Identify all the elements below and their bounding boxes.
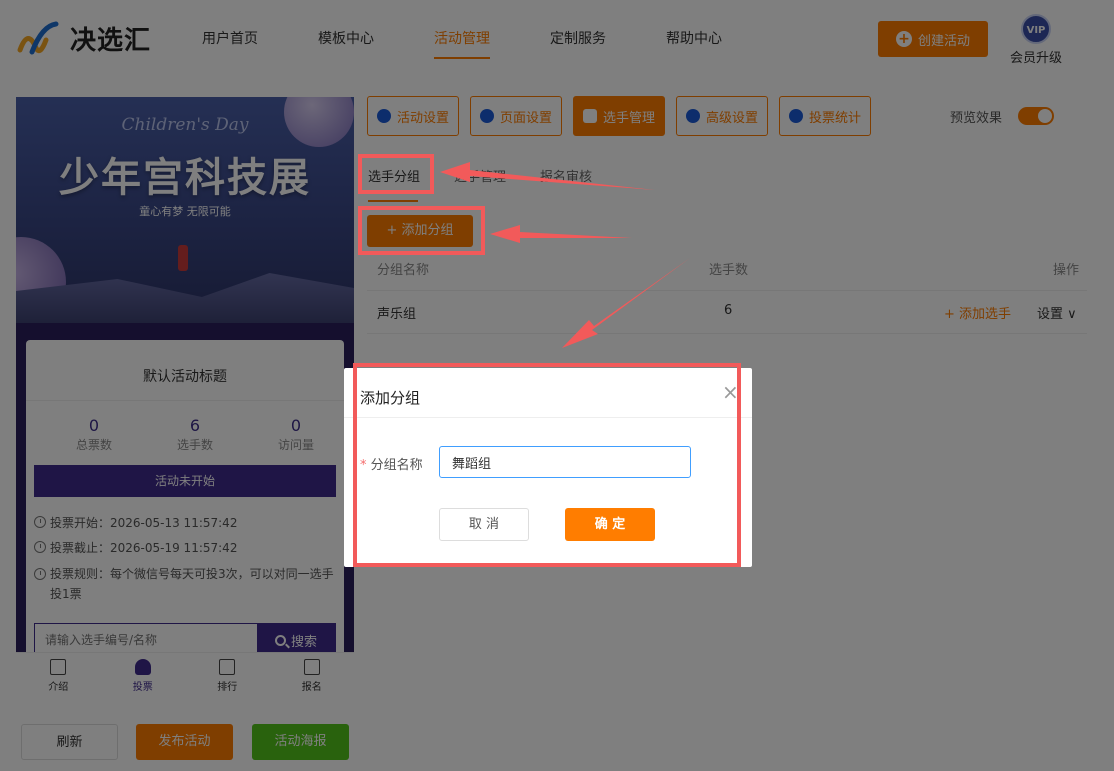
arrow-to-dialog-icon (562, 258, 690, 348)
annotation-arrows (440, 162, 690, 348)
arrow-to-subtab-icon (440, 162, 655, 190)
arrow-to-add-group-icon (490, 225, 632, 243)
